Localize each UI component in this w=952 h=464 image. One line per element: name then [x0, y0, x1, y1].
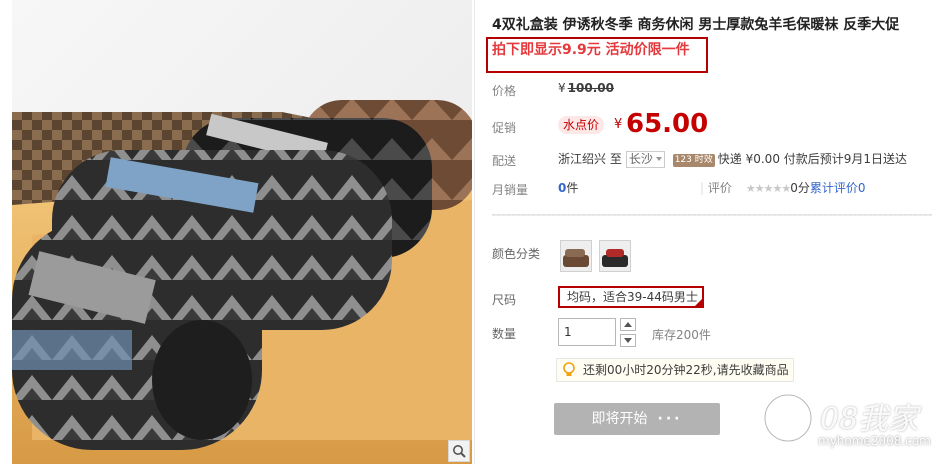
city-value: 长沙 — [628, 152, 653, 166]
countdown-text: 还剩00小时20分钟22秒,请先收藏商品 — [583, 363, 789, 377]
size-label: 尺码 — [492, 293, 517, 307]
chevron-down-icon — [624, 338, 632, 343]
current-price: 65.00 — [626, 109, 709, 139]
house-logo-icon — [763, 393, 813, 443]
zoom-button[interactable] — [448, 440, 470, 462]
review-count-link[interactable]: 累计评价0 — [810, 181, 866, 195]
selected-check-icon — [695, 299, 702, 306]
swatch-thumbnail-icon — [600, 241, 630, 271]
swatch-thumbnail-icon — [561, 241, 591, 271]
city-select[interactable]: 长沙 — [625, 151, 665, 168]
magnifier-icon — [453, 445, 466, 458]
delivery-time-badge: 123 时效 — [672, 154, 715, 167]
watermark: 08我家 myhome2008.com — [750, 388, 950, 458]
stock-count: 库存200件 — [652, 328, 711, 342]
shipping-label: 配送 — [492, 154, 517, 168]
chevron-down-icon — [655, 157, 662, 161]
monthly-sales-unit: 件 — [566, 181, 579, 195]
price-label: 价格 — [492, 84, 517, 98]
rating: | 评价 ★★★★★0分累计评价0 — [700, 179, 865, 196]
color-swatch-red[interactable] — [599, 240, 631, 272]
current-currency-symbol: ¥ — [614, 117, 623, 132]
quantity-decrease-button[interactable] — [620, 334, 636, 347]
watermark-brand: 08我家 — [820, 402, 919, 437]
coming-soon-button[interactable]: 即将开始 ··· — [554, 403, 720, 435]
promo-label: 促销 — [492, 121, 517, 135]
color-label: 颜色分类 — [492, 247, 541, 261]
monthly-sales-label: 月销量 — [492, 183, 529, 197]
promo-tag: 水点价 — [558, 116, 605, 134]
quantity-increase-button[interactable] — [620, 318, 636, 331]
ship-from: 浙江绍兴 — [558, 152, 607, 166]
section-divider — [492, 214, 932, 216]
quantity-input[interactable]: 1 — [558, 318, 616, 346]
coming-soon-dots: ··· — [657, 411, 683, 427]
product-title: 4双礼盒装 伊诱秋冬季 商务休闲 男士厚款兔羊毛保暖袜 反季大促 — [492, 17, 900, 33]
quantity-label: 数量 — [492, 327, 517, 341]
watermark-url: myhome2008.com — [818, 434, 931, 448]
coming-soon-label: 即将开始 — [591, 411, 648, 427]
product-image[interactable] — [12, 0, 472, 464]
rating-stars: ★★★★★ — [745, 182, 791, 195]
shipping-info: 浙江绍兴 至长沙 123 时效 快递 ¥0.00 付款后预计9月1日送达 — [558, 150, 907, 168]
promo-text: 拍下即显示9.9元 活动价限一件 — [492, 42, 690, 58]
monthly-sales: 0件 — [558, 179, 578, 196]
color-swatch-brown[interactable] — [560, 240, 592, 272]
lightbulb-icon — [563, 362, 575, 376]
rating-separator: | — [700, 181, 705, 195]
size-option-selected[interactable]: 均码，适合39-44码男士 — [558, 286, 704, 308]
rating-label: 评价 — [707, 181, 732, 195]
socks-gift-box-photo — [12, 0, 472, 464]
size-option-text: 均码，适合39-44码男士 — [567, 290, 698, 304]
ship-method: 快递 — [717, 152, 742, 166]
ship-fee: ¥0.00 — [745, 152, 780, 166]
countdown-notice: 还剩00小时20分钟22秒,请先收藏商品 — [556, 358, 794, 382]
chevron-up-icon — [624, 322, 632, 327]
divider — [474, 0, 475, 464]
original-price: ¥100.00 — [558, 81, 614, 95]
rating-score: 0分 — [790, 181, 810, 195]
ship-to-word: 至 — [609, 152, 622, 166]
ship-eta: 付款后预计9月1日送达 — [783, 152, 908, 166]
currency-symbol: ¥ — [558, 81, 566, 95]
original-price-value: 100.00 — [567, 81, 614, 95]
